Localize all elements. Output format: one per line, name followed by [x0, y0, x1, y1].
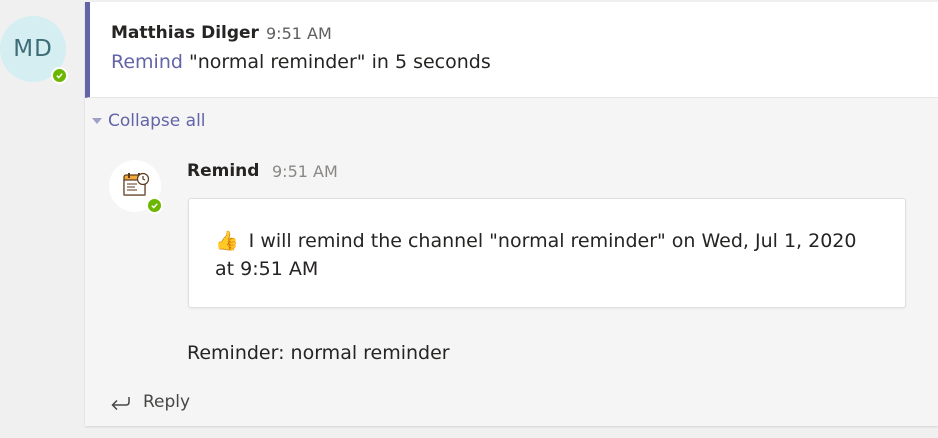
reply-author[interactable]: Remind	[187, 161, 259, 181]
reply-timestamp: 9:51 AM	[272, 162, 338, 181]
card-text: I will remind the channel "normal remind…	[215, 230, 857, 280]
card-body: 👍 I will remind the channel "normal remin…	[215, 227, 875, 283]
message-body: Remind "normal reminder" in 5 seconds	[111, 51, 491, 73]
message-author[interactable]: Matthias Dilger	[111, 23, 259, 43]
adaptive-card: 👍 I will remind the channel "normal remin…	[188, 198, 906, 308]
collapse-all-button[interactable]: Collapse all	[92, 111, 206, 131]
chevron-down-icon	[92, 118, 102, 124]
presence-available-icon	[146, 197, 163, 214]
message-timestamp: 9:51 AM	[266, 24, 332, 43]
calendar-bot-icon	[123, 172, 150, 196]
reply-arrow-icon	[111, 397, 130, 410]
thumbs-up-icon: 👍	[215, 230, 239, 252]
collapse-all-label: Collapse all	[108, 111, 206, 131]
reminder-text: Reminder: normal reminder	[187, 342, 450, 364]
bot-avatar[interactable]	[109, 160, 163, 214]
bot-mention[interactable]: Remind	[111, 51, 183, 73]
reply-label: Reply	[143, 392, 191, 412]
message-text: "normal reminder" in 5 seconds	[182, 51, 491, 73]
avatar-initials: MD	[13, 36, 53, 62]
parent-message[interactable]: Matthias Dilger 9:51 AM Remind "normal r…	[85, 2, 938, 98]
presence-available-icon	[51, 67, 68, 84]
user-avatar[interactable]: MD	[0, 16, 68, 84]
message-thread: Matthias Dilger 9:51 AM Remind "normal r…	[85, 2, 938, 426]
reply-button[interactable]: Reply	[109, 392, 190, 412]
